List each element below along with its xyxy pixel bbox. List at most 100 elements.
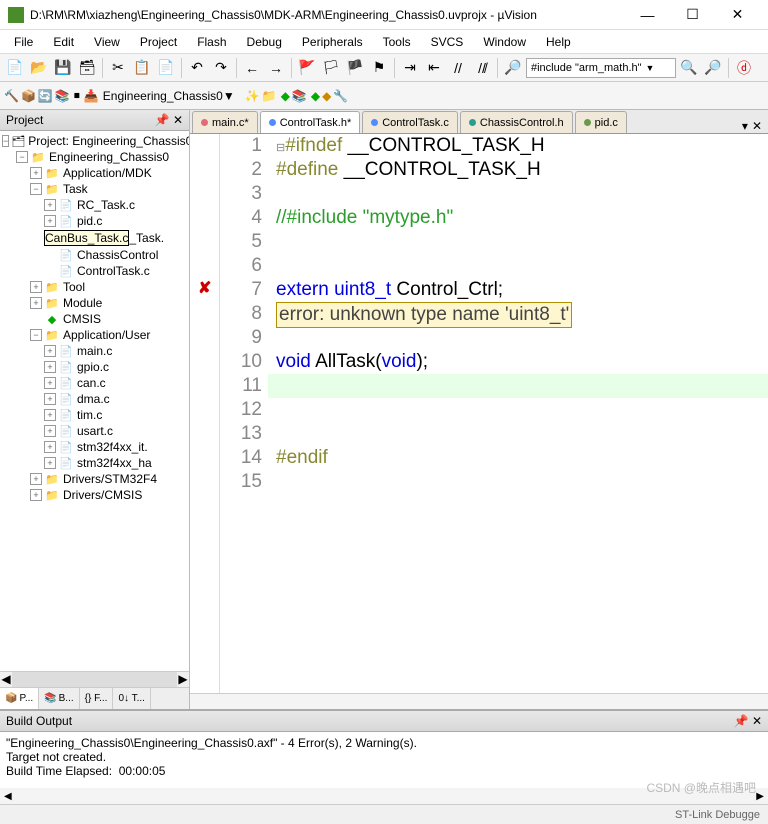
stop-build-icon[interactable]: ⏹ xyxy=(74,88,80,103)
books-icon[interactable]: 📚 xyxy=(292,89,307,103)
bookmark-next-icon[interactable]: 🏴 xyxy=(344,57,366,79)
expand-icon[interactable]: + xyxy=(44,345,56,357)
file-ext-icon[interactable]: 📁 xyxy=(262,89,277,103)
cut-icon[interactable]: ✂ xyxy=(107,57,129,79)
find-combo[interactable]: #include "arm_math.h"▼ xyxy=(526,58,676,78)
paste-icon[interactable]: 📄 xyxy=(155,57,177,79)
rebuild-icon[interactable]: 🔄 xyxy=(38,89,53,103)
save-icon[interactable]: 💾 xyxy=(52,57,74,79)
error-marker-icon[interactable]: ✘ xyxy=(198,278,211,298)
tab-close-icon[interactable]: ✕ xyxy=(752,119,762,133)
group-module[interactable]: Module xyxy=(63,296,102,310)
menu-tools[interactable]: Tools xyxy=(375,33,419,51)
expand-icon[interactable]: + xyxy=(44,441,56,453)
pack3-icon[interactable]: 🔧 xyxy=(333,89,348,103)
menu-file[interactable]: File xyxy=(6,33,41,51)
tab-chassiscontrol-h[interactable]: ChassisControl.h xyxy=(460,111,573,133)
expand-icon[interactable]: + xyxy=(44,377,56,389)
target-node[interactable]: Engineering_Chassis0 xyxy=(49,150,169,164)
uncomment-icon[interactable]: //̸ xyxy=(471,57,493,79)
project-tree[interactable]: −🗂Project: Engineering_Chassis0 −📁Engine… xyxy=(0,131,189,671)
group-drv-cmsis[interactable]: Drivers/CMSIS xyxy=(63,488,142,502)
file-gpio[interactable]: gpio.c xyxy=(77,360,109,374)
menu-edit[interactable]: Edit xyxy=(45,33,82,51)
pin-icon[interactable]: 📌 xyxy=(155,113,170,127)
bookmark-icon[interactable]: 🚩 xyxy=(296,57,318,79)
group-app-user[interactable]: Application/User xyxy=(63,328,150,342)
expand-icon[interactable]: − xyxy=(30,329,42,341)
file-dma[interactable]: dma.c xyxy=(77,392,110,406)
file-canbus-task[interactable]: CanBus_Task.c xyxy=(44,230,129,246)
menu-help[interactable]: Help xyxy=(538,33,579,51)
pack-icon[interactable]: ◆ xyxy=(311,89,320,103)
file-usart[interactable]: usart.c xyxy=(77,424,113,438)
file-tim[interactable]: tim.c xyxy=(77,408,102,422)
bookmark-prev-icon[interactable]: 🏳 xyxy=(320,57,342,79)
find-icon[interactable]: 🔎 xyxy=(502,57,524,79)
indent-icon[interactable]: ⇥ xyxy=(399,57,421,79)
download-icon[interactable]: 📥 xyxy=(84,89,99,103)
expand-icon[interactable]: + xyxy=(30,473,42,485)
save-all-icon[interactable]: 🗃 xyxy=(76,57,98,79)
close-button[interactable]: ✕ xyxy=(715,1,760,29)
bookmark-clear-icon[interactable]: ⚑ xyxy=(368,57,390,79)
group-cmsis[interactable]: CMSIS xyxy=(63,312,101,326)
minimize-button[interactable]: — xyxy=(625,1,670,29)
comment-icon[interactable]: // xyxy=(447,57,469,79)
manage-rtenv-icon[interactable]: ◆ xyxy=(281,89,290,103)
debug-icon[interactable]: ⓓ xyxy=(733,57,755,79)
expand-icon[interactable]: − xyxy=(16,151,28,163)
expand-icon[interactable]: + xyxy=(44,393,56,405)
project-hscrollbar[interactable]: ◀▶ xyxy=(0,671,189,687)
file-can[interactable]: can.c xyxy=(77,376,106,390)
panel-close-icon[interactable]: ✕ xyxy=(752,714,762,728)
code-editor[interactable]: ✘ 123456789101112131415 ⊟#ifndef __CONTR… xyxy=(190,134,768,693)
find-next-icon[interactable]: 🔍 xyxy=(678,57,700,79)
expand-icon[interactable]: − xyxy=(30,183,42,195)
project-root[interactable]: Project: Engineering_Chassis0 xyxy=(28,134,189,148)
expand-icon[interactable]: + xyxy=(30,489,42,501)
project-tab-templ[interactable]: 0↓ T... xyxy=(113,688,151,709)
expand-icon[interactable]: + xyxy=(30,167,42,179)
nav-back-icon[interactable]: ← xyxy=(241,57,263,79)
file-main[interactable]: main.c xyxy=(77,344,112,358)
expand-icon[interactable]: − xyxy=(2,135,9,147)
group-task[interactable]: Task xyxy=(63,182,88,196)
pack2-icon[interactable]: ◆ xyxy=(322,89,331,103)
pin-icon[interactable]: 📌 xyxy=(734,714,749,728)
menu-svcs[interactable]: SVCS xyxy=(423,33,472,51)
menu-window[interactable]: Window xyxy=(475,33,534,51)
file-stm32-it[interactable]: stm32f4xx_it. xyxy=(77,440,148,454)
outdent-icon[interactable]: ⇤ xyxy=(423,57,445,79)
fold-icon[interactable]: ⊟ xyxy=(276,142,285,154)
open-icon[interactable]: 📂 xyxy=(28,57,50,79)
editor-hscrollbar[interactable] xyxy=(190,693,768,709)
batch-build-icon[interactable]: 📚 xyxy=(55,89,70,103)
file-stm32-hal[interactable]: stm32f4xx_ha xyxy=(77,456,152,470)
undo-icon[interactable]: ↶ xyxy=(186,57,208,79)
tab-pid-c[interactable]: pid.c xyxy=(575,111,627,133)
expand-icon[interactable]: + xyxy=(44,425,56,437)
find-prev-icon[interactable]: 🔎 xyxy=(702,57,724,79)
project-tab-project[interactable]: 📦P... xyxy=(0,688,39,709)
expand-icon[interactable]: + xyxy=(44,457,56,469)
expand-icon[interactable]: + xyxy=(44,409,56,421)
file-chassis-ctrl[interactable]: ChassisControl xyxy=(77,248,158,262)
new-file-icon[interactable]: 📄 xyxy=(4,57,26,79)
target-combo[interactable]: Engineering_Chassis0▼ xyxy=(103,89,243,103)
group-tool[interactable]: Tool xyxy=(63,280,85,294)
file-pid[interactable]: pid.c xyxy=(77,214,102,228)
menu-flash[interactable]: Flash xyxy=(189,33,234,51)
tab-main-c[interactable]: main.c* xyxy=(192,111,258,133)
panel-close-icon[interactable]: ✕ xyxy=(173,113,183,127)
nav-forward-icon[interactable]: → xyxy=(265,57,287,79)
menu-view[interactable]: View xyxy=(86,33,128,51)
project-tab-books[interactable]: 📚B... xyxy=(39,688,79,709)
translate-icon[interactable]: 🔨 xyxy=(4,89,19,103)
copy-icon[interactable]: 📋 xyxy=(131,57,153,79)
menu-project[interactable]: Project xyxy=(132,33,185,51)
expand-icon[interactable]: + xyxy=(44,215,56,227)
tab-controltask-h[interactable]: ControlTask.h* xyxy=(260,111,361,133)
expand-icon[interactable]: + xyxy=(44,361,56,373)
expand-icon[interactable]: + xyxy=(30,297,42,309)
